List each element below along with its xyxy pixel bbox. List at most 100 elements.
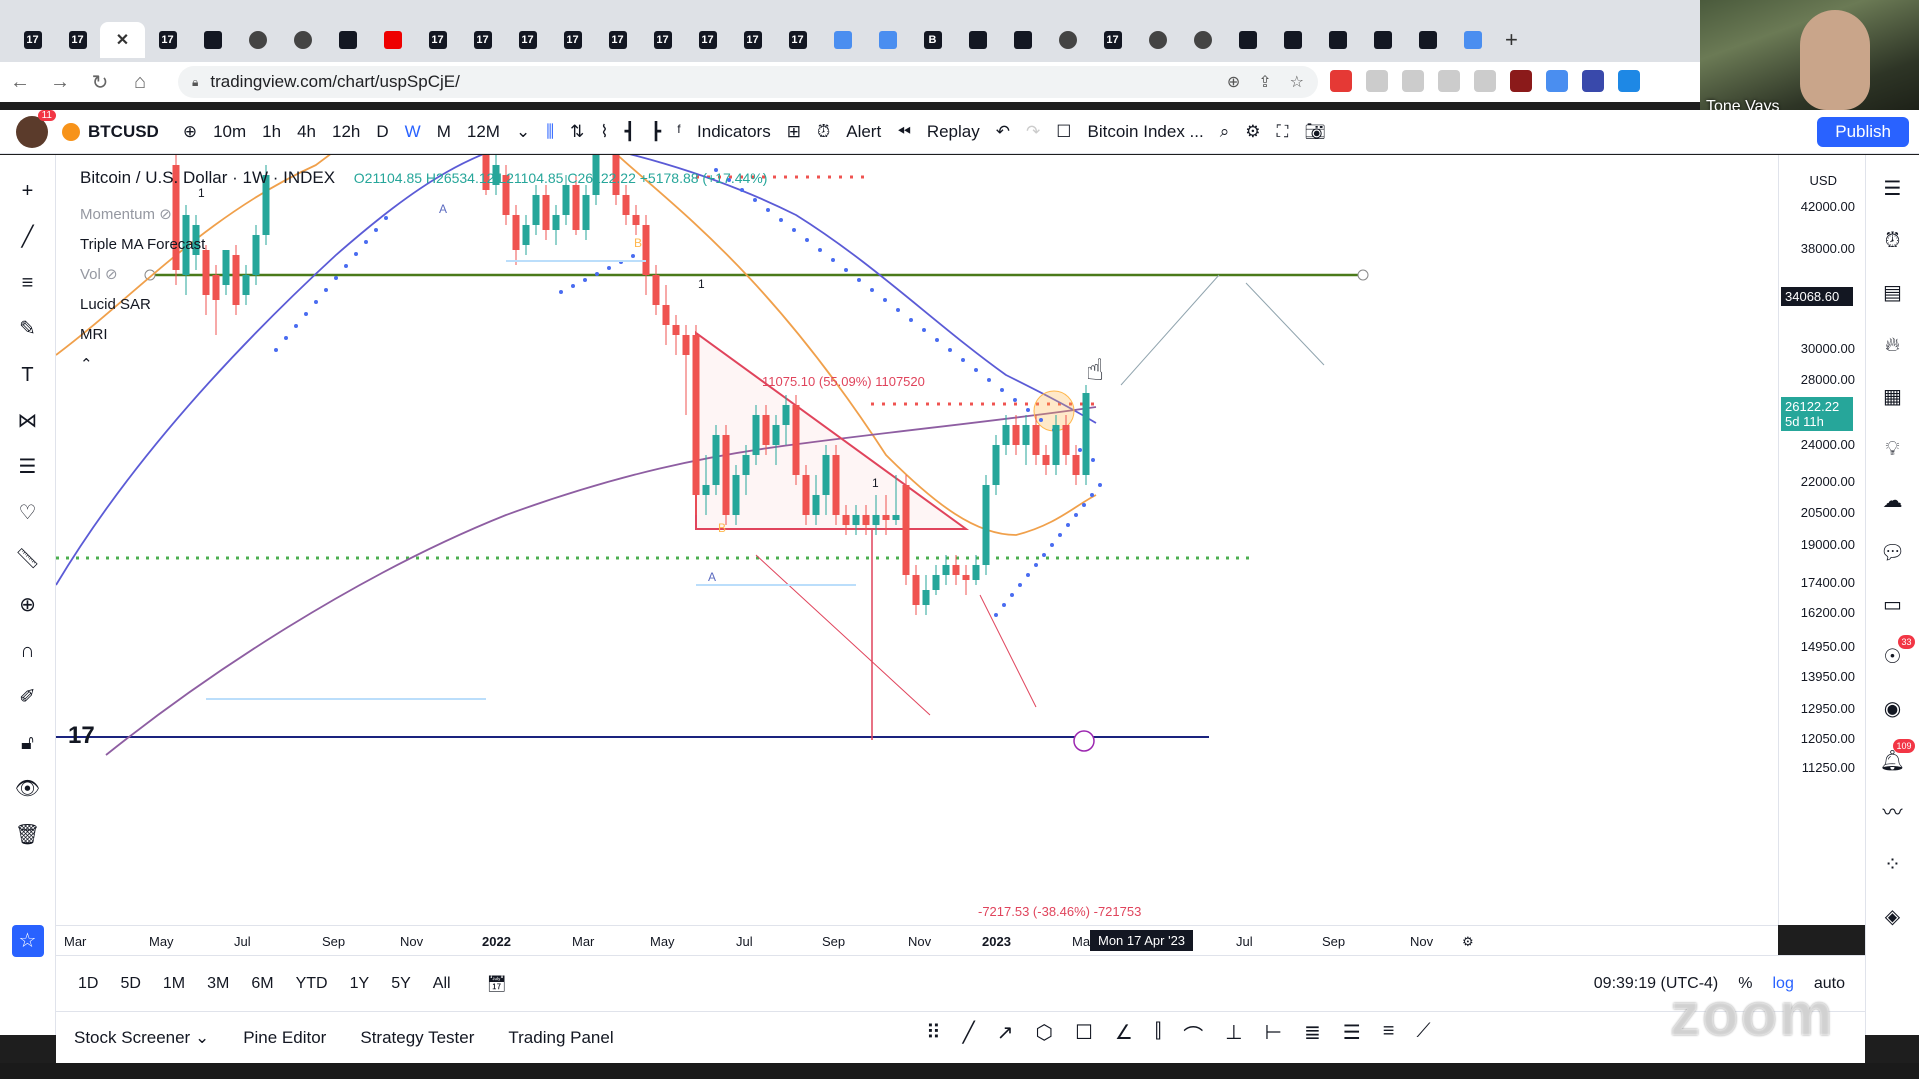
compare-symbol[interactable]: Bitcoin Index ...: [1087, 122, 1203, 142]
brush-icon[interactable]: ✎: [12, 313, 44, 345]
browser-tab[interactable]: 17: [145, 22, 190, 58]
fullscreen-icon[interactable]: ⛶: [1277, 122, 1289, 142]
callout-tool-icon[interactable]: ☐: [1075, 1020, 1093, 1049]
price-chart[interactable]: 1 1 A A B B 1 ☝ 17: [55, 134, 1778, 925]
browser-tab[interactable]: 17: [1090, 22, 1135, 58]
range-tool-icon[interactable]: ⊢: [1265, 1020, 1282, 1049]
hollow-candles-icon[interactable]: ┣: [651, 122, 661, 142]
extension-icon[interactable]: [1366, 70, 1388, 92]
interval-12h[interactable]: 12h: [332, 122, 360, 142]
share-icon[interactable]: ⇪: [1258, 72, 1271, 92]
browser-tab[interactable]: B: [910, 22, 955, 58]
interval-4h[interactable]: 4h: [297, 122, 316, 142]
range-all[interactable]: All: [433, 975, 451, 993]
indicators-button[interactable]: Indicators: [697, 122, 771, 142]
axis-settings-gear-icon[interactable]: ⚙: [1462, 934, 1474, 950]
camera-icon[interactable]: 📷︎: [1304, 122, 1326, 142]
forward-icon[interactable]: →: [40, 71, 80, 94]
panel-tab-strategy-tester[interactable]: Strategy Tester: [360, 1028, 474, 1048]
browser-tab[interactable]: [1000, 22, 1045, 58]
indicator-mri[interactable]: MRI: [80, 320, 205, 350]
compare-checkbox[interactable]: ☐: [1056, 122, 1071, 142]
alert-button[interactable]: Alert: [846, 122, 881, 142]
extension-icon[interactable]: [1582, 70, 1604, 92]
browser-tab[interactable]: 17: [505, 22, 550, 58]
redo-icon[interactable]: ↷: [1026, 122, 1040, 142]
indicator-lucid-sar[interactable]: Lucid SAR: [80, 290, 205, 320]
new-tab-button[interactable]: +: [1505, 27, 1518, 53]
vertical-tool-icon[interactable]: ⊥: [1225, 1020, 1242, 1049]
line-chart-icon[interactable]: ⌇: [600, 122, 608, 142]
parallel-tool-icon[interactable]: ≡: [1383, 1020, 1395, 1049]
browser-tab[interactable]: ✕: [100, 22, 145, 58]
browser-tab[interactable]: [370, 22, 415, 58]
calendar-extension-icon[interactable]: [1510, 70, 1532, 92]
panel-tab-stock-screener[interactable]: Stock Screener ⌄: [74, 1028, 209, 1048]
text-icon[interactable]: T: [12, 359, 44, 391]
interval-10m[interactable]: 10m: [213, 122, 246, 142]
streams-icon[interactable]: ☁: [1877, 485, 1909, 517]
shape-tool-icon[interactable]: ⬡: [1035, 1020, 1052, 1049]
price-axis[interactable]: USD 42000.00 38000.00 34068.60 30000.00 2800…: [1778, 155, 1865, 925]
range-1y[interactable]: 1Y: [350, 975, 370, 993]
extension-icon[interactable]: [1618, 70, 1640, 92]
extension-icon[interactable]: [1474, 70, 1496, 92]
pitchfork-tool-icon[interactable]: ≣: [1304, 1020, 1321, 1049]
grip-icon[interactable]: ⠿: [926, 1020, 941, 1049]
indicators-icon[interactable]: ᶠ: [677, 122, 681, 142]
browser-tab[interactable]: 17: [415, 22, 460, 58]
eye-hidden-icon[interactable]: ⊘: [155, 206, 172, 223]
replay-button[interactable]: Replay: [927, 122, 980, 142]
browser-tab[interactable]: [1405, 22, 1450, 58]
alert-clock-icon[interactable]: ⏰︎: [817, 122, 830, 142]
browser-tab[interactable]: [955, 22, 1000, 58]
publish-button[interactable]: Publish: [1817, 117, 1909, 147]
browser-tab[interactable]: 17: [775, 22, 820, 58]
browser-tab[interactable]: [190, 22, 235, 58]
candles-icon[interactable]: ⇅: [570, 122, 584, 142]
indicator-vol[interactable]: Vol ⊘: [80, 260, 205, 290]
range-1m[interactable]: 1M: [163, 975, 185, 993]
zoom-in-icon[interactable]: ⊕: [12, 589, 44, 621]
bookmark-star-icon[interactable]: ☆: [1290, 72, 1304, 92]
line-tool-icon[interactable]: ╱: [963, 1020, 975, 1049]
interval-d[interactable]: D: [376, 122, 388, 142]
back-icon[interactable]: ←: [0, 71, 40, 94]
reload-icon[interactable]: ↻: [80, 70, 120, 95]
browser-tab[interactable]: [1360, 22, 1405, 58]
browser-tab[interactable]: [820, 22, 865, 58]
ideas-stream-icon[interactable]: ☉ 33: [1877, 635, 1915, 673]
install-icon[interactable]: ⊕: [1227, 72, 1240, 92]
fib-tool-icon[interactable]: ☰: [1343, 1020, 1361, 1049]
chart-canvas[interactable]: 1 1 A A B B 1 ☝ 17: [55, 134, 1778, 925]
crosshair-icon[interactable]: +: [12, 175, 44, 207]
home-icon[interactable]: ⌂: [120, 71, 160, 94]
eye-hidden-icon[interactable]: ⊘: [101, 266, 118, 283]
search-icon[interactable]: ⌕: [1220, 122, 1230, 142]
currency-selector[interactable]: USD: [1810, 173, 1837, 188]
fib-icon[interactable]: ≡: [12, 267, 44, 299]
goto-date-icon[interactable]: 📅︎: [487, 974, 507, 994]
symbol-search[interactable]: BTCUSD: [88, 122, 159, 142]
browser-tab[interactable]: [325, 22, 370, 58]
browser-tab[interactable]: 17: [460, 22, 505, 58]
browser-tab[interactable]: [1180, 22, 1225, 58]
browser-tab[interactable]: 17: [55, 22, 100, 58]
collapse-legend-icon[interactable]: ⌃: [80, 350, 205, 380]
browser-tab[interactable]: 17: [685, 22, 730, 58]
browser-tab[interactable]: [865, 22, 910, 58]
lock-drawing-icon[interactable]: ✐: [12, 681, 44, 713]
magnet-icon[interactable]: ∩: [12, 635, 44, 667]
browser-tab[interactable]: [1315, 22, 1360, 58]
live-icon[interactable]: ◉: [1877, 693, 1909, 725]
undo-icon[interactable]: ↶: [996, 122, 1010, 142]
pattern-icon[interactable]: ⋈: [12, 405, 44, 437]
browser-tab[interactable]: 17: [640, 22, 685, 58]
time-axis[interactable]: Mar May Jul Sep Nov 2022 Mar May Jul Sep Nov 2023 Ma…: [56, 925, 1778, 955]
browser-tab[interactable]: 17: [550, 22, 595, 58]
range-ytd[interactable]: YTD: [296, 975, 328, 993]
browser-tab[interactable]: [1270, 22, 1315, 58]
favorites-star-icon[interactable]: ☆: [11, 925, 44, 957]
trash-icon[interactable]: 🗑︎: [12, 819, 44, 851]
range-5y[interactable]: 5Y: [391, 975, 411, 993]
